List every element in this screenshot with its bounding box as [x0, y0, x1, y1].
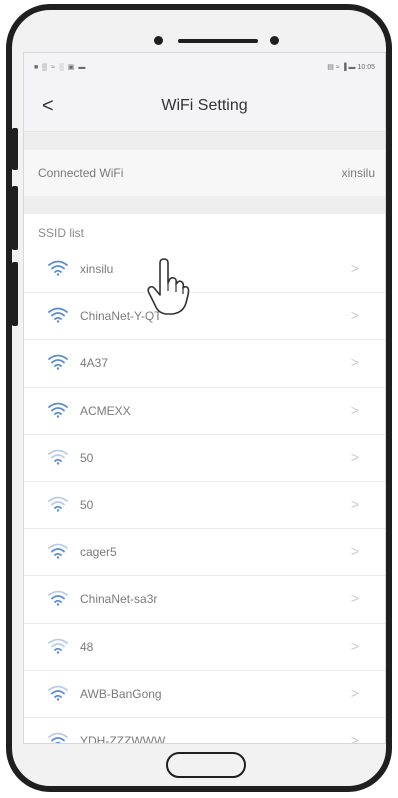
ssid-item[interactable]: 48 >	[24, 624, 385, 671]
chevron-right-icon: >	[350, 731, 359, 744]
chevron-right-icon: >	[350, 401, 359, 418]
ssid-name: 50	[80, 450, 94, 465]
connected-wifi-label: Connected WiFi	[38, 166, 124, 180]
ssid-list-title: SSID list	[38, 226, 85, 240]
wifi-icon	[48, 590, 68, 607]
ssid-item[interactable]: ChinaNet-Y-QT >	[24, 293, 385, 341]
ssid-list-header: SSID list	[24, 214, 385, 246]
ssid-name: ChinaNet-sa3r	[80, 592, 158, 607]
ssid-item[interactable]: AWB-BanGong >	[24, 671, 385, 718]
ssid-name: ACMEXX	[80, 403, 131, 418]
wifi-icon	[48, 543, 68, 559]
connected-wifi-value: xinsilu	[341, 166, 375, 180]
ssid-name: cager5	[80, 545, 117, 560]
status-bar: ■ ▒ ≈ ░ ▣ ▬ ▤ ≈ ▐ ▬ 10:05	[24, 53, 385, 81]
ssid-item[interactable]: 50 >	[24, 435, 385, 482]
ssid-name: 50	[80, 497, 94, 512]
chevron-right-icon: >	[350, 307, 359, 324]
phone-side-button	[12, 262, 18, 326]
hand-pointer-icon	[147, 258, 190, 315]
chevron-right-icon: >	[350, 495, 359, 512]
ssid-name: 48	[80, 639, 94, 654]
phone-top-bar	[12, 32, 386, 52]
wifi-icon	[48, 638, 68, 654]
chevron-right-icon: >	[350, 448, 359, 465]
speaker-slot	[178, 39, 258, 43]
ssid-item[interactable]: 4A37 >	[24, 340, 385, 388]
section-divider	[24, 132, 385, 150]
ssid-item[interactable]: ACMEXX >	[24, 388, 385, 435]
chevron-right-icon: >	[350, 590, 359, 607]
chevron-right-icon: >	[350, 354, 359, 371]
ssid-name: AWB-BanGong	[80, 686, 162, 701]
ssid-name: xinsilu	[80, 262, 114, 276]
chevron-right-icon: >	[350, 543, 359, 560]
status-icons-right: ▤ ≈ ▐ ▬ 10:05	[327, 64, 375, 71]
ssid-list: xinsilu > ChinaNet-Y-QT >4A37 > ACMEXX >50 >50 >…	[24, 246, 385, 744]
chevron-right-icon: >	[350, 637, 359, 654]
wifi-icon	[48, 685, 68, 701]
status-icons-left: ■ ▒ ≈ ░ ▣ ▬	[34, 64, 87, 71]
app-screen: ■ ▒ ≈ ░ ▣ ▬ ▤ ≈ ▐ ▬ 10:05 < WiFi Setting…	[23, 52, 386, 744]
ssid-item[interactable]: cager5 >	[24, 529, 385, 577]
camera-dot	[154, 36, 163, 45]
connected-wifi-row: Connected WiFi xinsilu	[24, 150, 385, 196]
wifi-icon	[48, 260, 68, 276]
ssid-item[interactable]: 50 >	[24, 482, 385, 530]
ssid-item[interactable]: YDH-ZZZWWW >	[24, 718, 385, 744]
wifi-icon	[48, 307, 68, 323]
ssid-name: YDH-ZZZWWW	[80, 733, 166, 744]
wifi-icon	[48, 496, 68, 512]
phone-side-button	[12, 128, 18, 170]
nav-bar: < WiFi Setting	[24, 81, 385, 132]
wifi-icon	[48, 402, 68, 418]
ssid-name: 4A37	[80, 356, 109, 371]
ssid-item[interactable]: ChinaNet-sa3r >	[24, 576, 385, 624]
sensor-dot	[270, 36, 279, 45]
page-title: WiFi Setting	[161, 97, 248, 114]
chevron-right-icon: >	[350, 684, 359, 701]
phone-side-button	[12, 186, 18, 250]
section-divider	[24, 196, 385, 214]
chevron-right-icon: >	[350, 260, 359, 276]
wifi-icon	[48, 732, 68, 743]
wifi-icon	[48, 449, 68, 465]
ssid-item[interactable]: xinsilu >	[24, 246, 385, 294]
home-button[interactable]	[166, 752, 246, 778]
wifi-icon	[48, 354, 68, 371]
